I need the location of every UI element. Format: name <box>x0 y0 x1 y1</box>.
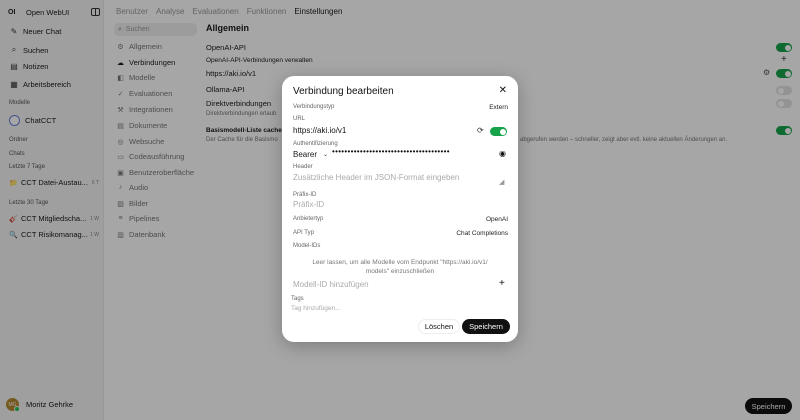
auth-type-select[interactable]: Bearer ⌄ <box>293 150 328 159</box>
refresh-icon[interactable]: ⟳ <box>477 126 484 135</box>
header-label: Header <box>293 164 313 170</box>
model-ids-label: Model-IDs <box>293 243 321 249</box>
model-ids-hint: Leer lassen, um alle Modelle vom Endpunk… <box>312 259 488 275</box>
auth-label: Authentifizierung <box>293 141 338 147</box>
modal-title: Verbindung bearbeiten <box>293 86 394 97</box>
prefix-input[interactable]: Präfix-ID <box>293 200 324 209</box>
add-model-icon[interactable]: + <box>499 278 505 289</box>
provider-value[interactable]: OpenAI <box>486 216 508 223</box>
url-label: URL <box>293 116 306 122</box>
resize-handle-icon[interactable]: ◢ <box>499 178 504 186</box>
prefix-label: Präfix-ID <box>293 192 317 198</box>
provider-label: Anbietertyp <box>293 216 324 222</box>
api-key-input[interactable]: •••••••••••••••••••••••••••••••••••••• <box>332 147 450 156</box>
edit-connection-modal: Verbindung bearbeiten ✕ Verbindungstyp E… <box>282 76 518 342</box>
connection-type-label: Verbindungstyp <box>293 104 335 110</box>
close-icon[interactable]: ✕ <box>499 85 507 96</box>
chevron-down-icon: ⌄ <box>323 152 329 158</box>
delete-button[interactable]: Löschen <box>418 319 460 334</box>
tags-label: Tags <box>291 296 304 302</box>
url-input[interactable]: https://aki.io/v1 <box>293 126 346 135</box>
connection-type-value[interactable]: Extern <box>489 104 508 111</box>
tags-input[interactable]: Tag hinzufügen... <box>291 305 341 312</box>
api-type-value[interactable]: Chat Completions <box>456 230 508 237</box>
connection-enabled-toggle[interactable] <box>490 127 507 136</box>
auth-type-value: Bearer <box>293 150 318 159</box>
eye-icon[interactable]: ◉ <box>499 149 506 158</box>
header-input[interactable]: Zusätzliche Header im JSON-Format eingeb… <box>293 173 459 182</box>
api-type-label: API Typ <box>293 230 314 236</box>
save-button[interactable]: Speichern <box>462 319 510 334</box>
model-id-input[interactable]: Modell-ID hinzufügen <box>293 280 369 289</box>
